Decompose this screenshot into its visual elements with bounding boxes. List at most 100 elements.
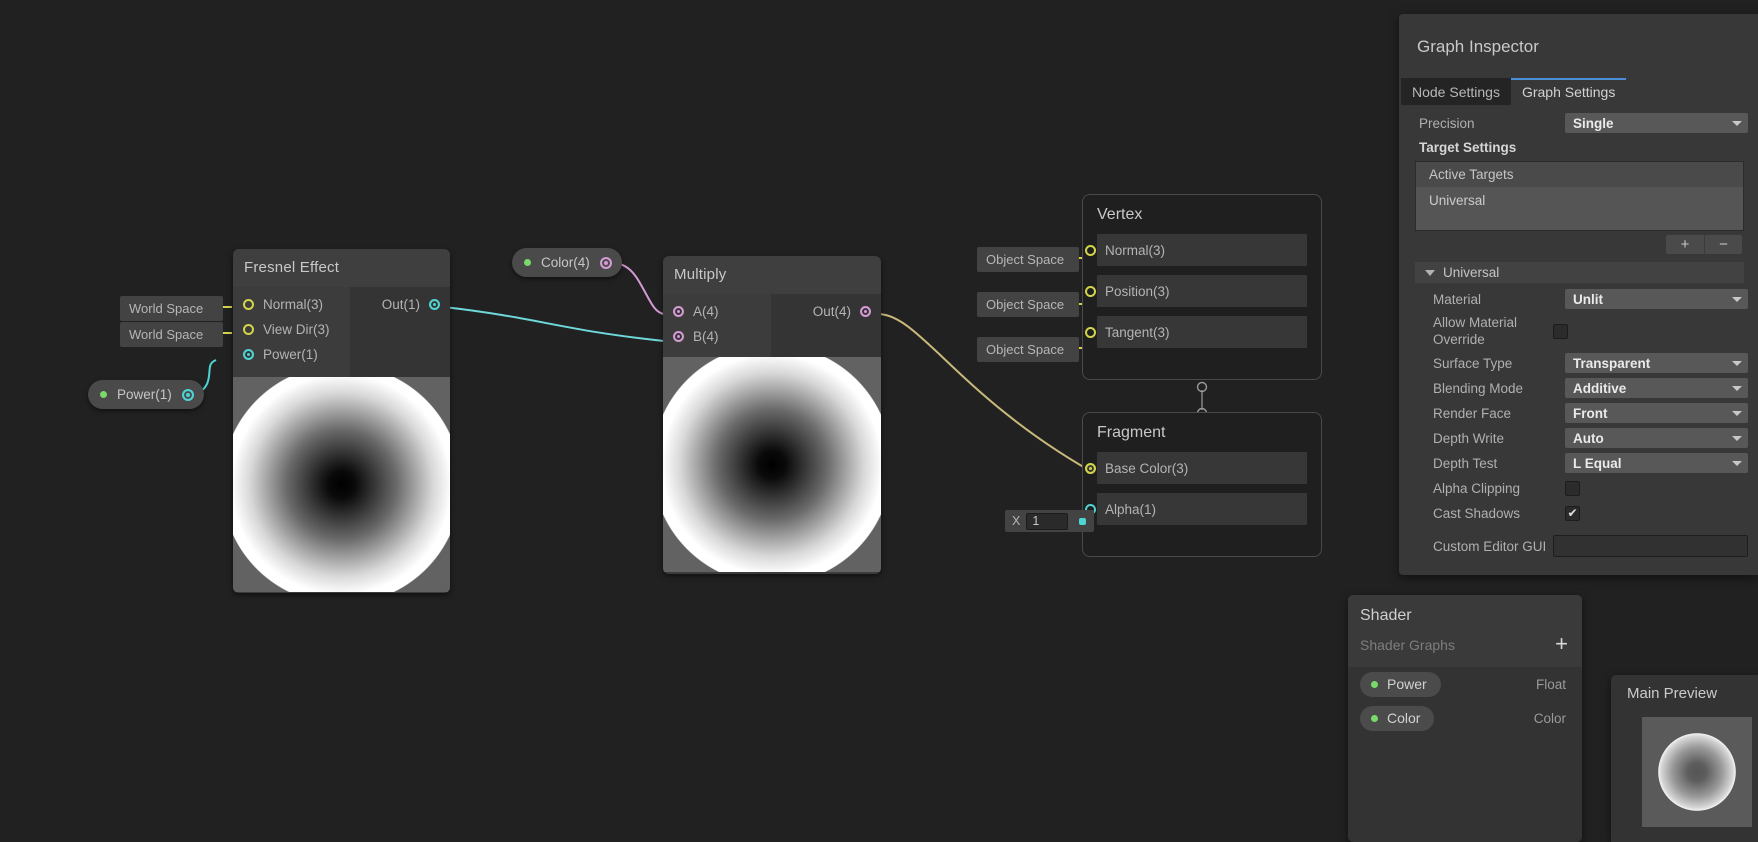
port-dot-icon[interactable] xyxy=(673,306,684,317)
dropdown-position-object-space[interactable]: Object Space xyxy=(977,292,1079,317)
blackboard-pill-color[interactable]: Color xyxy=(1360,705,1435,731)
alpha-port-dot-icon[interactable] xyxy=(1079,517,1087,525)
blackboard-row-color[interactable]: Color Color xyxy=(1348,701,1582,735)
output-label-out: Out(1) xyxy=(381,297,420,312)
add-target-button[interactable]: + xyxy=(1666,235,1704,254)
preview-sphere xyxy=(233,377,450,592)
property-node-color[interactable]: Color(4) xyxy=(512,248,622,277)
port-dot-icon[interactable] xyxy=(243,299,254,310)
input-port-power[interactable]: Power(1) xyxy=(233,342,350,367)
port-dot-icon[interactable] xyxy=(1085,326,1096,338)
node-fresnel-effect[interactable]: Fresnel Effect Normal(3) View Dir(3) Pow… xyxy=(233,249,450,593)
node-multiply[interactable]: Multiply A(4) B(4) Out(4) xyxy=(663,256,881,574)
node-title-fresnel-effect: Fresnel Effect xyxy=(233,249,450,287)
shader-graph-window: Power(1) Color(4) Fresnel Effect Normal(… xyxy=(0,0,1758,842)
active-targets-item-universal[interactable]: Universal xyxy=(1416,187,1743,230)
blackboard-row-power[interactable]: Power Float xyxy=(1348,667,1582,701)
master-row-tangent[interactable]: Tangent(3) xyxy=(1085,316,1307,348)
dropdown-blending-mode[interactable]: Additive xyxy=(1565,378,1748,398)
input-port-normal[interactable]: Normal(3) xyxy=(233,292,350,317)
dropdown-material[interactable]: Unlit xyxy=(1565,289,1748,309)
blackboard-header: Shader Shader Graphs + xyxy=(1348,595,1582,667)
main-preview-title: Main Preview xyxy=(1627,685,1718,702)
input-label-view-dir: View Dir(3) xyxy=(263,322,330,337)
property-dot-icon xyxy=(524,259,531,266)
master-node-fragment[interactable]: Fragment Base Color(3) Alpha(1) xyxy=(1082,412,1322,557)
input-custom-editor-gui[interactable] xyxy=(1553,535,1748,557)
blackboard-title: Shader xyxy=(1360,607,1412,624)
remove-target-button[interactable]: − xyxy=(1704,235,1742,254)
tab-node-settings[interactable]: Node Settings xyxy=(1401,78,1511,105)
port-dot-icon[interactable] xyxy=(1085,244,1096,256)
chevron-down-icon xyxy=(1732,296,1742,302)
foldout-universal[interactable]: Universal xyxy=(1415,262,1744,283)
dropdown-normal-object-space[interactable]: Object Space xyxy=(977,247,1079,272)
label-target-settings: Target Settings xyxy=(1419,140,1517,155)
add-property-button[interactable]: + xyxy=(1555,633,1568,655)
checkbox-allow-material-override[interactable] xyxy=(1553,323,1568,339)
property-dot-icon xyxy=(1371,714,1378,722)
dropdown-render-face[interactable]: Front xyxy=(1565,403,1748,423)
dropdown-tangent-object-space-label: Object Space xyxy=(986,342,1065,357)
output-port-out[interactable]: Out(4) xyxy=(771,299,881,324)
checkbox-alpha-clipping[interactable] xyxy=(1565,480,1580,496)
output-port-color[interactable] xyxy=(599,256,612,269)
blackboard-property-type-power: Float xyxy=(1535,676,1566,692)
input-port-a[interactable]: A(4) xyxy=(663,299,771,324)
master-node-vertex[interactable]: Vertex Normal(3) Position(3) Tangent(3) xyxy=(1082,194,1322,380)
chevron-down-icon xyxy=(1732,435,1742,441)
row-material: Material Unlit xyxy=(1403,287,1754,311)
input-port-b[interactable]: B(4) xyxy=(663,324,771,349)
port-dot-icon[interactable] xyxy=(860,306,871,317)
node-preview-fresnel[interactable] xyxy=(233,377,450,592)
tab-graph-settings[interactable]: Graph Settings xyxy=(1510,78,1627,105)
property-node-power-label: Power(1) xyxy=(117,387,172,402)
dropdown-tangent-object-space[interactable]: Object Space xyxy=(977,337,1079,362)
alpha-value-field[interactable]: X 1 xyxy=(1005,510,1095,532)
foldout-universal-label: Universal xyxy=(1443,265,1500,280)
port-dot-icon[interactable] xyxy=(243,324,254,335)
dropdown-normal-object-space-label: Object Space xyxy=(986,252,1065,267)
checkbox-cast-shadows[interactable]: ✔ xyxy=(1565,505,1580,521)
row-surface-type: Surface Type Transparent xyxy=(1403,351,1754,375)
master-label-tangent: Tangent(3) xyxy=(1105,324,1170,340)
alpha-value-input[interactable]: 1 xyxy=(1026,512,1069,530)
master-row-alpha[interactable]: Alpha(1) xyxy=(1085,493,1307,525)
port-dot-icon[interactable] xyxy=(243,349,254,360)
chevron-down-icon xyxy=(1732,460,1742,466)
master-row-position[interactable]: Position(3) xyxy=(1085,275,1307,307)
property-node-power[interactable]: Power(1) xyxy=(88,380,204,409)
port-dot-icon[interactable] xyxy=(429,299,440,310)
dropdown-render-face-value: Front xyxy=(1573,405,1608,421)
input-label-normal: Normal(3) xyxy=(263,297,324,312)
dropdown-normal-space[interactable]: World Space xyxy=(120,296,223,321)
dropdown-depth-write[interactable]: Auto xyxy=(1565,428,1748,448)
blackboard-property-name-color: Color xyxy=(1387,710,1421,726)
dropdown-surface-type[interactable]: Transparent xyxy=(1565,353,1748,373)
dropdown-material-value: Unlit xyxy=(1573,291,1603,307)
main-preview-canvas[interactable] xyxy=(1642,717,1752,827)
targets-add-remove-bar: + − xyxy=(1403,231,1754,254)
property-dot-icon xyxy=(1371,680,1378,688)
node-preview-multiply[interactable] xyxy=(663,357,881,572)
dropdown-depth-test[interactable]: L Equal xyxy=(1565,453,1748,473)
output-port-power[interactable] xyxy=(181,388,194,401)
input-port-view-dir[interactable]: View Dir(3) xyxy=(233,317,350,342)
output-port-out[interactable]: Out(1) xyxy=(350,292,450,317)
graph-inspector-panel: Graph Inspector Node Settings Graph Sett… xyxy=(1399,14,1758,575)
blackboard-pill-power[interactable]: Power xyxy=(1360,671,1441,697)
row-cast-shadows: Cast Shadows ✔ xyxy=(1403,501,1754,525)
dropdown-viewdir-space[interactable]: World Space xyxy=(120,322,223,347)
port-dot-icon[interactable] xyxy=(673,331,684,342)
chevron-down-icon xyxy=(1732,410,1742,416)
row-precision: Precision Single xyxy=(1403,111,1754,135)
chevron-down-icon xyxy=(1732,385,1742,391)
master-row-base-color[interactable]: Base Color(3) xyxy=(1085,452,1307,484)
port-dot-icon[interactable] xyxy=(1085,462,1096,474)
blackboard-panel: Shader Shader Graphs + Power Float Color… xyxy=(1348,595,1582,842)
label-depth-test: Depth Test xyxy=(1433,455,1498,471)
triangle-down-icon xyxy=(1425,269,1435,276)
dropdown-precision[interactable]: Single xyxy=(1565,113,1748,133)
port-dot-icon[interactable] xyxy=(1085,285,1096,297)
master-row-normal[interactable]: Normal(3) xyxy=(1085,234,1307,266)
